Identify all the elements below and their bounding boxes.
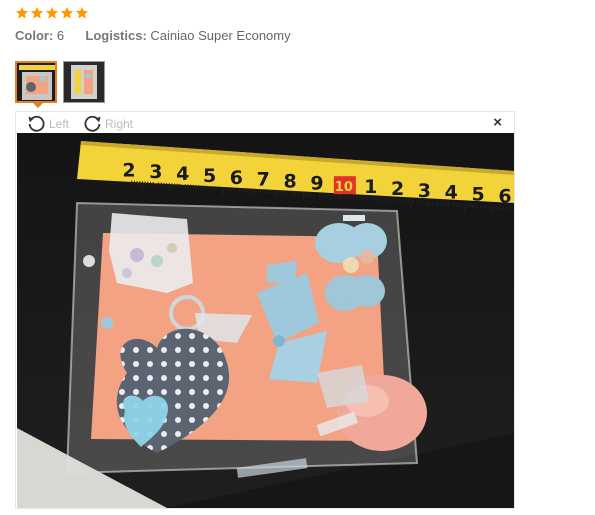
thumbnail-strip (15, 61, 105, 103)
viewer-toolbar: Left Right × (16, 112, 514, 133)
review-photo: 2 3 4 5 6 7 8 9 10 1 2 3 4 5 6 (17, 133, 514, 508)
ruler-number: 8 (284, 170, 297, 192)
ruler-number: 3 (418, 180, 431, 202)
thumbnail-2-image (64, 62, 104, 102)
thumbnail-2[interactable] (63, 61, 105, 103)
ruler-number: 2 (391, 178, 404, 200)
star-icon (75, 6, 89, 19)
selected-thumbnail-indicator (32, 102, 44, 108)
color-value: 6 (56, 28, 65, 43)
ruler-number: 5 (472, 184, 485, 206)
rotate-left-label: Left (49, 116, 70, 131)
rotate-right-label: Right (105, 116, 134, 131)
thumbnail-1-image (17, 63, 55, 101)
ruler-number: 9 (310, 172, 323, 194)
ruler-number: 4 (176, 163, 189, 185)
ruler-number: 1 (364, 176, 377, 198)
ruler-number: 3 (149, 161, 162, 183)
star-icon (15, 6, 29, 19)
review-meta: Color: 6 Logistics: Cainiao Super Econom… (15, 28, 291, 43)
rating-stars (15, 6, 89, 20)
star-icon (45, 6, 59, 19)
rotate-left-icon (26, 113, 47, 134)
rotate-right-icon (82, 113, 103, 134)
color-label: Color: (15, 28, 54, 43)
ruler-number: 10 (335, 180, 353, 195)
ruler-number: 7 (257, 169, 270, 191)
logistics-label: Logistics: (85, 28, 147, 43)
ruler-number: 6 (230, 167, 243, 189)
logistics-value: Cainiao Super Economy (150, 28, 291, 43)
ruler-number: 6 (498, 185, 511, 207)
review-photo-image: 2 3 4 5 6 7 8 9 10 1 2 3 4 5 6 (17, 133, 514, 508)
thumbnail-1[interactable] (15, 61, 57, 103)
rotate-right-button[interactable]: Right (82, 113, 133, 134)
star-icon (30, 6, 44, 19)
ruler-number: 4 (445, 182, 458, 204)
star-icon (60, 6, 74, 19)
ruler-number: 2 (122, 159, 135, 181)
close-icon[interactable]: × (493, 115, 502, 131)
image-viewer: Left Right × 2 3 4 5 6 7 8 9 10 1 2 3 4 … (15, 111, 515, 509)
rotate-left-button[interactable]: Left (26, 113, 69, 134)
ruler-number: 5 (203, 165, 216, 187)
